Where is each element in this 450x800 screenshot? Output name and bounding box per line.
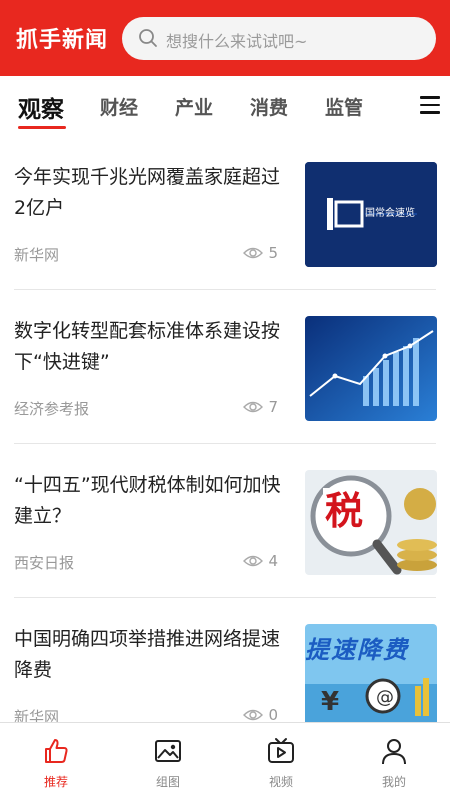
- tab-industry[interactable]: 产业: [175, 93, 213, 120]
- nav-gallery[interactable]: 组图: [112, 723, 224, 800]
- list-item[interactable]: 今年实现千兆光网覆盖家庭超过2亿户 新华网 5 国常会速览: [0, 136, 450, 290]
- digital-chart-image[interactable]: [305, 316, 437, 421]
- app-logo[interactable]: 抓手新闻: [16, 22, 108, 54]
- nav-profile[interactable]: 我的: [338, 723, 450, 800]
- national-info-logo-image[interactable]: 国常会速览: [305, 162, 437, 267]
- news-feed: 今年实现千兆光网覆盖家庭超过2亿户 新华网 5 国常会速览 数字化转型配套标准体…: [0, 136, 450, 722]
- speed-fee-image[interactable]: @ ¥ 提速降费: [305, 624, 437, 722]
- eye-icon: [243, 401, 264, 413]
- svg-text:@: @: [376, 687, 394, 708]
- view-count: 5: [243, 244, 278, 262]
- nav-label: 组图: [155, 775, 180, 789]
- tab-observe[interactable]: 观察: [18, 90, 64, 124]
- search-icon: [139, 29, 157, 47]
- view-count-value: 0: [268, 706, 278, 722]
- user-icon: [382, 739, 406, 765]
- eye-icon: [243, 555, 264, 567]
- tax-magnifier-image[interactable]: 税: [305, 470, 437, 575]
- article-title[interactable]: 今年实现千兆光网覆盖家庭超过2亿户: [14, 162, 284, 224]
- tab-regulation[interactable]: 监管: [325, 93, 363, 120]
- eye-icon: [243, 247, 264, 259]
- active-tab-indicator: [18, 126, 66, 129]
- video-icon: [268, 738, 294, 763]
- tab-consumption[interactable]: 消费: [250, 93, 288, 120]
- view-count: 0: [243, 706, 278, 722]
- article-source: 新华网: [14, 246, 60, 264]
- view-count-value: 7: [268, 398, 278, 416]
- bottom-nav: 推荐 组图 视频 我的: [0, 722, 450, 800]
- view-count: 7: [243, 398, 278, 416]
- nav-label: 推荐: [43, 775, 68, 789]
- search-bar[interactable]: 想搜什么来试试吧~: [122, 17, 436, 60]
- category-tabs: 观察 财经 产业 消费 监管 观: [0, 76, 450, 136]
- nav-label: 视频: [268, 775, 293, 789]
- eye-icon: [243, 709, 264, 721]
- list-item[interactable]: “十四五”现代财税体制如何加快建立？ 西安日报 4 税: [0, 444, 450, 598]
- app-header: 抓手新闻 想搜什么来试试吧~: [0, 0, 450, 76]
- article-title[interactable]: 中国明确四项举措推进网络提速降费: [14, 624, 284, 686]
- svg-text:¥: ¥: [321, 687, 339, 717]
- view-count-value: 4: [268, 552, 278, 570]
- tax-glyph: 税: [323, 488, 366, 534]
- nav-video[interactable]: 视频: [225, 723, 337, 800]
- article-source: 新华网: [14, 708, 60, 722]
- nav-recommend[interactable]: 推荐: [0, 723, 112, 800]
- search-placeholder: 想搜什么来试试吧~: [166, 32, 308, 51]
- article-source: 西安日报: [14, 554, 75, 572]
- view-count: 4: [243, 552, 278, 570]
- article-source: 经济参考报: [14, 400, 90, 418]
- nav-label: 我的: [381, 775, 406, 789]
- list-item[interactable]: 数字化转型配套标准体系建设按下“快进键” 经济参考报 7: [0, 290, 450, 444]
- article-title[interactable]: “十四五”现代财税体制如何加快建立？: [14, 470, 284, 532]
- list-item[interactable]: 中国明确四项举措推进网络提速降费 新华网 0 @ ¥ 提速降费: [0, 598, 450, 722]
- view-count-value: 5: [268, 244, 278, 262]
- thumb-caption: 国常会速览: [365, 208, 415, 219]
- tab-finance[interactable]: 财经: [100, 93, 138, 120]
- thumbs-up-icon: [45, 739, 68, 763]
- image-icon: [155, 740, 181, 762]
- article-title[interactable]: 数字化转型配套标准体系建设按下“快进键”: [14, 316, 284, 378]
- thumb-caption: 提速降费: [305, 636, 409, 664]
- menu-icon[interactable]: [420, 96, 440, 114]
